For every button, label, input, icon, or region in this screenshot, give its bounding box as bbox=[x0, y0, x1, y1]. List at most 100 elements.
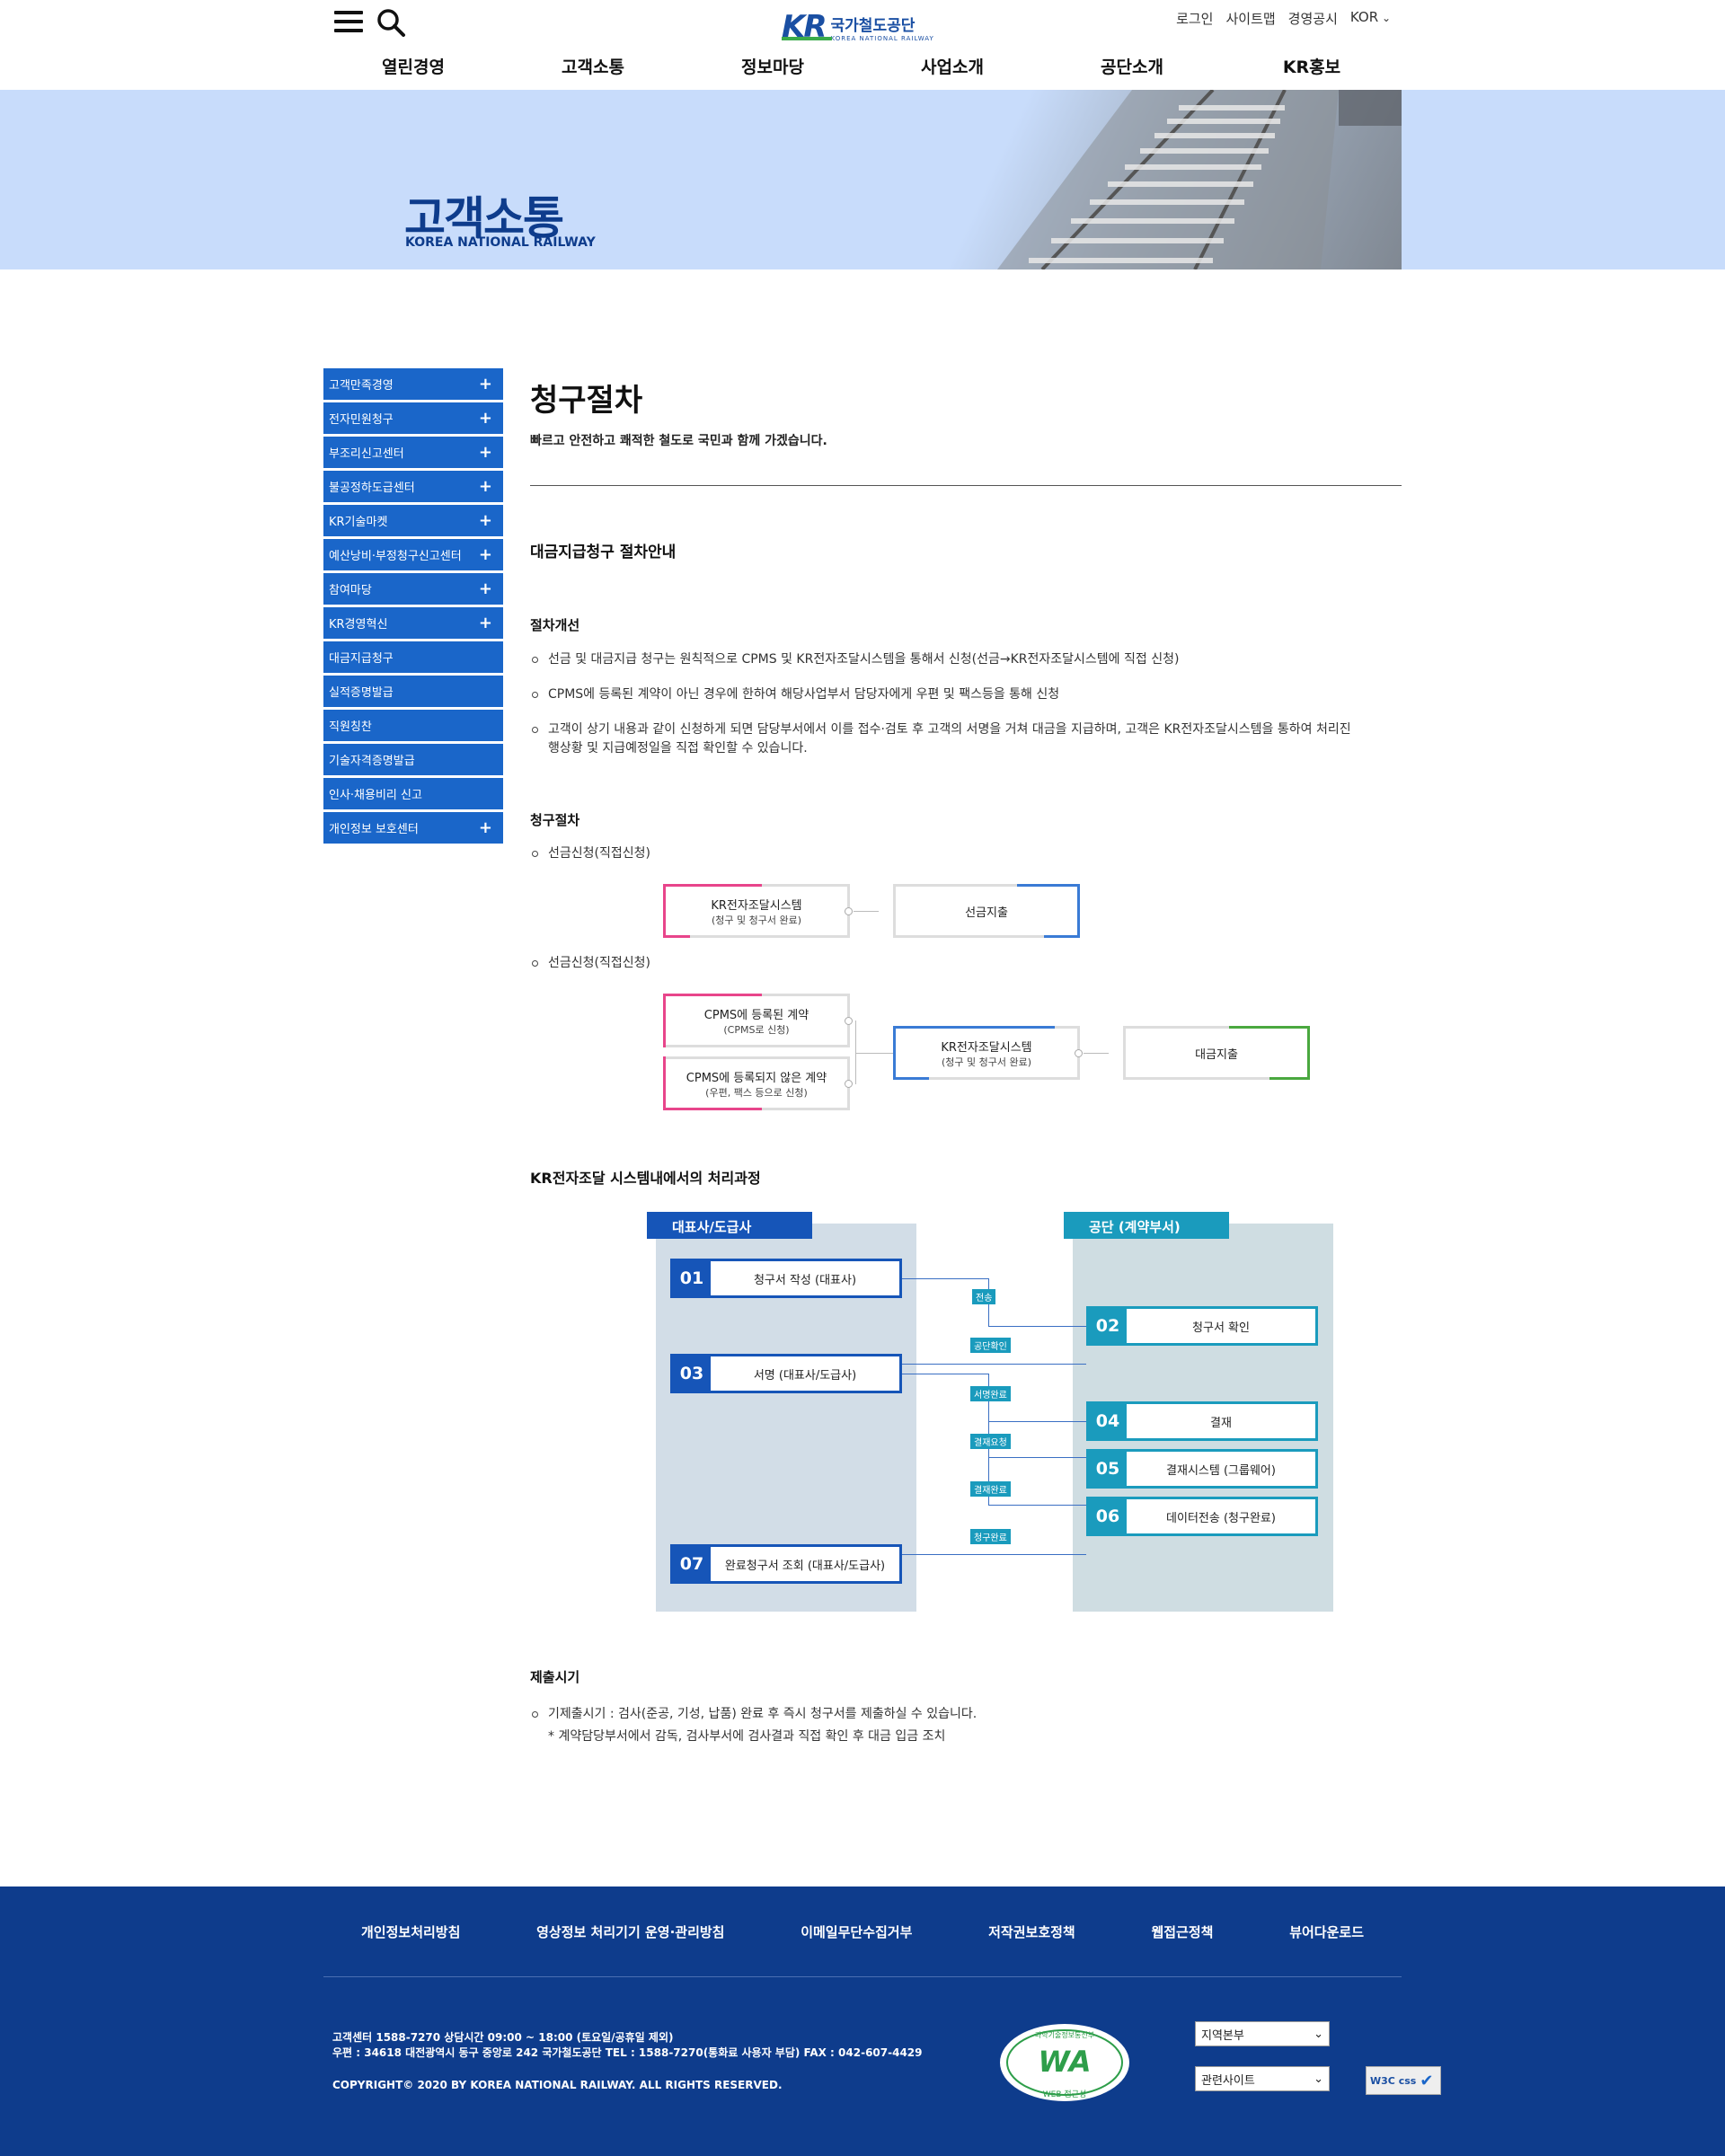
section-title: 대금지급청구 절차안내 bbox=[530, 543, 677, 561]
page-title: 청구절차 bbox=[530, 383, 643, 419]
nav-item-open-management[interactable]: 열린경영 bbox=[323, 54, 503, 78]
connector-dot bbox=[845, 907, 853, 915]
sidebar-item[interactable]: 직원칭찬 bbox=[323, 710, 503, 741]
process-step: 07 완료청구서 조회 (대표사/도급사) bbox=[670, 1544, 902, 1584]
sidebar-item[interactable]: KR경영혁신 + bbox=[323, 607, 503, 639]
process-tag: 결재완료 bbox=[970, 1481, 1011, 1497]
sidebar-item[interactable]: 부조리신고센터 + bbox=[323, 437, 503, 468]
region-select[interactable]: 지역본부 ⌄ bbox=[1195, 2021, 1330, 2046]
expand-plus-icon[interactable]: + bbox=[479, 477, 492, 496]
expand-plus-icon[interactable]: + bbox=[479, 579, 492, 598]
expand-plus-icon[interactable]: + bbox=[479, 818, 492, 837]
flow-box-cpms-registered: CPMS에 등록된 계약 (CPMS로 신청) bbox=[663, 994, 850, 1047]
sidebar-item-label: 개인정보 보호센터 bbox=[329, 823, 419, 836]
process-tag: 서명완료 bbox=[970, 1386, 1011, 1401]
nav-item-about[interactable]: 공단소개 bbox=[1042, 54, 1222, 78]
sidebar-item[interactable]: 고객만족경영 + bbox=[323, 368, 503, 400]
login-link[interactable]: 로그인 bbox=[1176, 9, 1213, 28]
process-title: KR전자조달 시스템내에서의 처리과정 bbox=[530, 1170, 761, 1187]
related-site-select[interactable]: 관련사이트 ⌄ bbox=[1195, 2066, 1330, 2091]
footer-copyright: COPYRIGHT© 2020 BY KOREA NATIONAL RAILWA… bbox=[332, 2079, 783, 2091]
submit-note: * 계약담당부서에서 감독, 검사부서에 검사결과 직접 확인 후 대금 입금 … bbox=[548, 1729, 946, 1744]
sidebar-item-label: 전자민원청구 bbox=[329, 413, 394, 427]
flow-arrow bbox=[854, 911, 879, 912]
side-nav: 고객만족경영 + 전자민원청구 + 부조리신고센터 + 불공정하도급센터 + KR기술마켓 + 예산… bbox=[323, 368, 503, 846]
site-footer: 개인정보처리방침 영상정보 처리기기 운영·관리방침 이메일무단수집거부 저작권… bbox=[0, 1886, 1725, 2156]
language-select[interactable]: KOR bbox=[1350, 9, 1391, 28]
panel-header-corporation: 공단 (계약부서) bbox=[1064, 1212, 1229, 1239]
w3c-css-badge: W3C css ✔ bbox=[1366, 2066, 1441, 2095]
process-step: 03 서명 (대표사/도급사) bbox=[670, 1354, 902, 1393]
footer-divider bbox=[323, 1976, 1402, 1977]
disclosure-link[interactable]: 경영공시 bbox=[1288, 9, 1338, 28]
sidebar-item[interactable]: 불공정하도급센터 + bbox=[323, 471, 503, 502]
nav-item-business[interactable]: 사업소개 bbox=[862, 54, 1042, 78]
sidebar-item[interactable]: 개인정보 보호센터 + bbox=[323, 812, 503, 844]
main-content: 청구절차 빠르고 안전하고 쾌적한 철도로 국민과 함께 가겠습니다. 대금지급… bbox=[530, 368, 1402, 1744]
site-logo[interactable]: KR 국가철도공단 KOREA NATIONAL RAILWAY bbox=[782, 7, 952, 47]
sidebar-item-label: 고객만족경영 bbox=[329, 379, 394, 393]
sitemap-link[interactable]: 사이트맵 bbox=[1225, 9, 1275, 28]
process-step: 04 결재 bbox=[1086, 1401, 1318, 1441]
expand-plus-icon[interactable]: + bbox=[479, 443, 492, 462]
banner-subtitle: KOREA NATIONAL RAILWAY bbox=[405, 235, 596, 250]
search-icon[interactable] bbox=[376, 7, 406, 38]
divider bbox=[530, 485, 1402, 486]
flow-box-kr-system-2: KR전자조달시스템 (청구 및 청구서 완료) bbox=[893, 1026, 1080, 1080]
nav-item-info[interactable]: 정보마당 bbox=[683, 54, 862, 78]
flow-box-kr-system: KR전자조달시스템 (청구 및 청구서 완료) bbox=[663, 884, 850, 938]
logo-korean: 국가철도공단 bbox=[830, 16, 916, 35]
process-step: 06 데이터전송 (청구완료) bbox=[1086, 1497, 1318, 1536]
expand-plus-icon[interactable]: + bbox=[479, 511, 492, 530]
process-step: 02 청구서 확인 bbox=[1086, 1306, 1318, 1346]
sidebar-item[interactable]: 인사·채용비리 신고 bbox=[323, 778, 503, 809]
improve-item: CPMS에 등록된 계약이 아닌 경우에 한하여 해당사업부서 담당자에게 우편… bbox=[530, 685, 1393, 703]
sidebar-item[interactable]: 전자민원청구 + bbox=[323, 402, 503, 434]
nav-item-customer[interactable]: 고객소통 bbox=[503, 54, 683, 78]
footer-link-cctv[interactable]: 영상정보 처리기기 운영·관리방침 bbox=[536, 1922, 724, 1941]
sidebar-item-label: KR기술마켓 bbox=[329, 516, 388, 529]
improve-item: 선금 및 대금지급 청구는 원칙적으로 CPMS 및 KR전자조달시스템을 통해… bbox=[530, 650, 1393, 668]
flow1-label: 선금신청(직접신청) bbox=[530, 844, 1393, 862]
footer-link-email[interactable]: 이메일무단수집거부 bbox=[801, 1922, 912, 1941]
footer-link-accessibility[interactable]: 웹접근정책 bbox=[1151, 1922, 1213, 1941]
process-tag: 공단확인 bbox=[970, 1338, 1011, 1353]
expand-plus-icon[interactable]: + bbox=[479, 614, 492, 632]
footer-info: 고객센터 1588-7270 상담시간 09:00 ~ 18:00 (토요일/공… bbox=[332, 2031, 923, 2059]
expand-plus-icon[interactable]: + bbox=[479, 545, 492, 564]
svg-text:WA: WA bbox=[1039, 2045, 1092, 2079]
sidebar-item[interactable]: 예산낭비·부정청구신고센터 + bbox=[323, 539, 503, 570]
flow-box-cpms-unregistered: CPMS에 등록되지 않은 계약 (우편, 팩스 등으로 신청) bbox=[663, 1056, 850, 1110]
sidebar-item[interactable]: 참여마당 + bbox=[323, 573, 503, 605]
expand-plus-icon[interactable]: + bbox=[479, 409, 492, 428]
menu-icon[interactable] bbox=[334, 11, 363, 34]
railway-image bbox=[836, 90, 1402, 270]
flow-arrow bbox=[1084, 1053, 1109, 1054]
page-description: 빠르고 안전하고 쾌적한 철도로 국민과 함께 가겠습니다. bbox=[530, 434, 827, 448]
utility-menu: 로그인 사이트맵 경영공시 KOR bbox=[1176, 9, 1391, 28]
footer-link-viewer[interactable]: 뷰어다운로드 bbox=[1289, 1922, 1364, 1941]
footer-link-copyright[interactable]: 저작권보호정책 bbox=[988, 1922, 1075, 1941]
sidebar-item-label: 대금지급청구 bbox=[329, 652, 394, 666]
submit-title: 제출시기 bbox=[530, 1669, 580, 1685]
improve-title: 절차개선 bbox=[530, 617, 580, 633]
process-step: 01 청구서 작성 (대표사) bbox=[670, 1259, 902, 1298]
improve-item: 고객이 상기 내용과 같이 신청하게 되면 담당부서에서 이를 접수·검토 후 … bbox=[530, 720, 1393, 738]
sidebar-item[interactable]: 실적증명발급 bbox=[323, 676, 503, 707]
sidebar-item-label: 예산낭비·부정청구신고센터 bbox=[329, 550, 462, 563]
process-tag: 청구완료 bbox=[970, 1529, 1011, 1544]
claim-title: 청구절차 bbox=[530, 812, 580, 828]
footer-link-privacy[interactable]: 개인정보처리방침 bbox=[361, 1922, 460, 1941]
svg-text:과학기술정보통신부: 과학기술정보통신부 bbox=[1035, 2030, 1094, 2039]
sidebar-item-label: 실적증명발급 bbox=[329, 686, 394, 700]
sidebar-item[interactable]: 대금지급청구 bbox=[323, 641, 503, 673]
nav-item-pr[interactable]: KR홍보 bbox=[1222, 54, 1402, 78]
sidebar-item[interactable]: KR기술마켓 + bbox=[323, 505, 503, 536]
wa-certification-mark: WA 과학기술정보통신부 WEB 접근성 bbox=[1000, 2024, 1129, 2101]
expand-plus-icon[interactable]: + bbox=[479, 375, 492, 393]
flow-arrow bbox=[855, 1053, 893, 1054]
logo-mark: KR bbox=[782, 9, 832, 45]
sidebar-item[interactable]: 기술자격증명발급 bbox=[323, 744, 503, 775]
sidebar-item-label: KR경영혁신 bbox=[329, 618, 388, 632]
svg-text:WEB 접근성: WEB 접근성 bbox=[1043, 2089, 1086, 2099]
